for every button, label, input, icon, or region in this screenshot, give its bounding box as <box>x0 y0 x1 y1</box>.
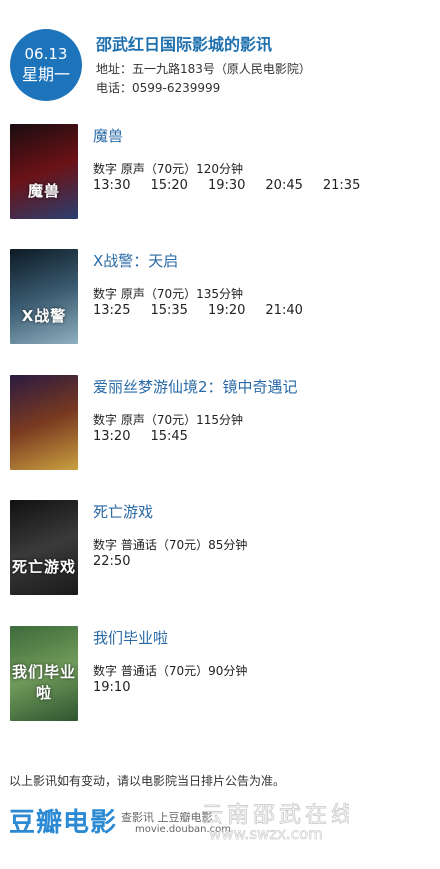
showtime[interactable]: 21:40 <box>265 303 302 318</box>
showtime[interactable]: 15:35 <box>150 303 187 318</box>
poster-title: 死亡游戏 <box>11 558 76 576</box>
showtime[interactable]: 22:50 <box>93 554 130 569</box>
movie-item[interactable]: 爱丽丝梦游仙境2：镜中奇遇记数字 原声（70元）115分钟 13:20 15:45 <box>10 375 430 475</box>
cinema-address: 地址：五一九路183号（原人民电影院） <box>96 62 311 76</box>
showtimes: 19:10 <box>93 680 150 695</box>
movie-title[interactable]: 死亡游戏 <box>93 501 153 522</box>
showtime[interactable]: 20:45 <box>265 178 302 193</box>
movie-poster[interactable]: X战警 <box>10 249 78 344</box>
movie-title[interactable]: X战警：天启 <box>93 250 178 271</box>
cinema-title: 邵武红日国际影城的影讯 <box>96 35 273 54</box>
movie-title[interactable]: 我们毕业啦 <box>93 627 168 648</box>
showtime[interactable]: 13:25 <box>93 303 130 318</box>
movie-poster[interactable]: 魔兽 <box>10 124 78 219</box>
showtime[interactable]: 21:35 <box>323 178 360 193</box>
movie-info: 数字 普通话（70元）85分钟 <box>93 538 248 552</box>
showtimes: 13:25 15:35 19:20 21:40 <box>93 303 323 318</box>
movie-poster[interactable]: 死亡游戏 <box>10 500 78 595</box>
notice-text: 以上影讯如有变动，请以电影院当日排片公告为准。 <box>9 774 286 788</box>
movie-info: 数字 原声（70元）115分钟 <box>93 413 243 427</box>
showtime[interactable]: 13:20 <box>93 429 130 444</box>
movie-info: 数字 普通话（70元）90分钟 <box>93 664 248 678</box>
movie-title[interactable]: 爱丽丝梦游仙境2：镜中奇遇记 <box>93 376 298 397</box>
poster-title: 我们毕业啦 <box>11 663 76 702</box>
footer: 豆瓣电影 查影讯 上豆瓣电影 movie.douban.com 云南邵武在线 w… <box>9 802 429 844</box>
movie-poster[interactable]: 我们毕业啦 <box>10 626 78 721</box>
site-watermark: 云南邵武在线 www.swzx.com <box>201 803 349 844</box>
movie-item[interactable]: 死亡游戏 死亡游戏 数字 普通话（70元）85分钟 22:50 <box>10 500 430 600</box>
movie-item[interactable]: 我们毕业啦 我们毕业啦 数字 普通话（70元）90分钟 19:10 <box>10 626 430 726</box>
poster-title: 魔兽 <box>27 182 60 200</box>
cinema-header: 06.13 星期一 邵武红日国际影城的影讯 地址：五一九路183号（原人民电影院… <box>8 29 428 109</box>
watermark-url: www.swzx.com <box>209 825 323 843</box>
showtime[interactable]: 19:30 <box>208 178 245 193</box>
date-badge: 06.13 星期一 <box>10 29 82 101</box>
showtime[interactable]: 19:20 <box>208 303 245 318</box>
weekday-text: 星期一 <box>21 65 70 84</box>
showtime[interactable]: 13:30 <box>93 178 130 193</box>
movie-info: 数字 原声（70元）135分钟 <box>93 287 243 301</box>
date-text: 06.13 <box>24 45 68 63</box>
showtime[interactable]: 15:20 <box>150 178 187 193</box>
movie-info: 数字 原声（70元）120分钟 <box>93 162 243 176</box>
showtime[interactable]: 19:10 <box>93 680 130 695</box>
movie-item[interactable]: 魔兽 魔兽 数字 原声（70元）120分钟 13:30 15:20 19:30 20:45 2… <box>10 124 430 224</box>
showtimes: 22:50 <box>93 554 150 569</box>
showtime[interactable]: 15:45 <box>150 429 187 444</box>
poster-title: X战警 <box>21 307 67 325</box>
showtimes: 13:30 15:20 19:30 20:45 21:35 <box>93 178 380 193</box>
showtimes: 13:20 15:45 <box>93 429 208 444</box>
movie-item[interactable]: X战警 X战警：天启数字 原声（70元）135分钟 13:25 15:35 19:20 2… <box>10 249 430 349</box>
cinema-phone[interactable]: 电话：0599-6239999 <box>96 79 220 96</box>
douban-logo[interactable]: 豆瓣电影 <box>9 802 117 839</box>
movie-poster[interactable] <box>10 375 78 470</box>
movie-title[interactable]: 魔兽 <box>93 125 123 146</box>
